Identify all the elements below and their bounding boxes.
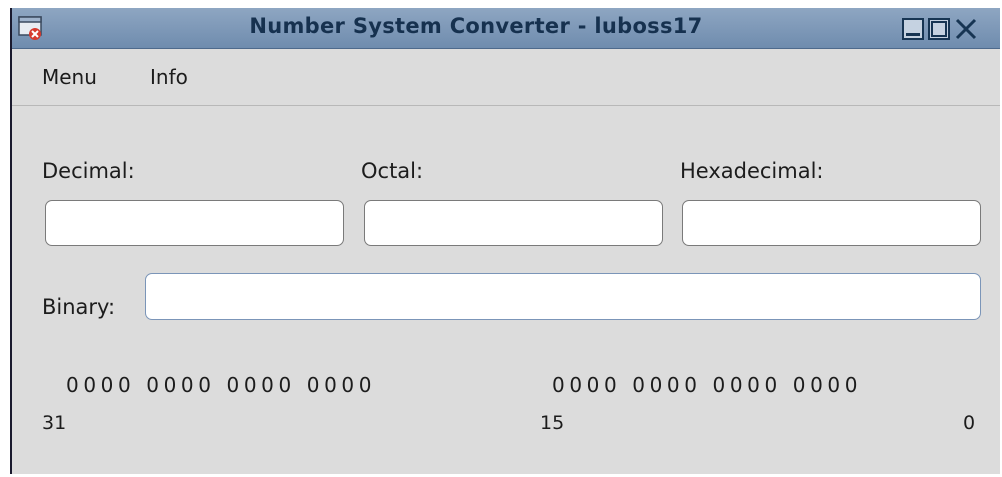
menu-item-info[interactable]: Info: [150, 65, 188, 89]
minimize-icon: [906, 33, 920, 36]
menu-item-menu[interactable]: Menu: [42, 65, 97, 89]
decimal-label: Decimal:: [42, 159, 135, 183]
maximize-icon: [931, 21, 947, 37]
bit-index-0: 0: [963, 412, 976, 434]
menu-bar: Menu Info: [12, 49, 1000, 106]
bits-low-word: 0000 0000 0000 0000: [552, 373, 863, 397]
octal-label: Octal:: [361, 159, 424, 183]
maximize-button[interactable]: [928, 18, 950, 40]
close-icon: [955, 18, 977, 40]
binary-input[interactable]: [145, 273, 981, 320]
hexadecimal-label: Hexadecimal:: [680, 159, 824, 183]
minimize-button[interactable]: [902, 18, 924, 40]
bit-index-15: 15: [540, 412, 565, 434]
octal-input[interactable]: [364, 200, 663, 246]
binary-label: Binary:: [42, 295, 116, 319]
bit-index-31: 31: [42, 412, 67, 434]
title-bar[interactable]: Number System Converter - luboss17: [12, 8, 1000, 49]
window-title: Number System Converter - luboss17: [249, 14, 703, 38]
decimal-input[interactable]: [45, 200, 344, 246]
close-button[interactable]: [954, 18, 978, 40]
bits-high-word: 0000 0000 0000 0000: [66, 373, 377, 397]
main-window: Number System Converter - luboss17 Menu …: [10, 8, 1000, 474]
hexadecimal-input[interactable]: [682, 200, 981, 246]
